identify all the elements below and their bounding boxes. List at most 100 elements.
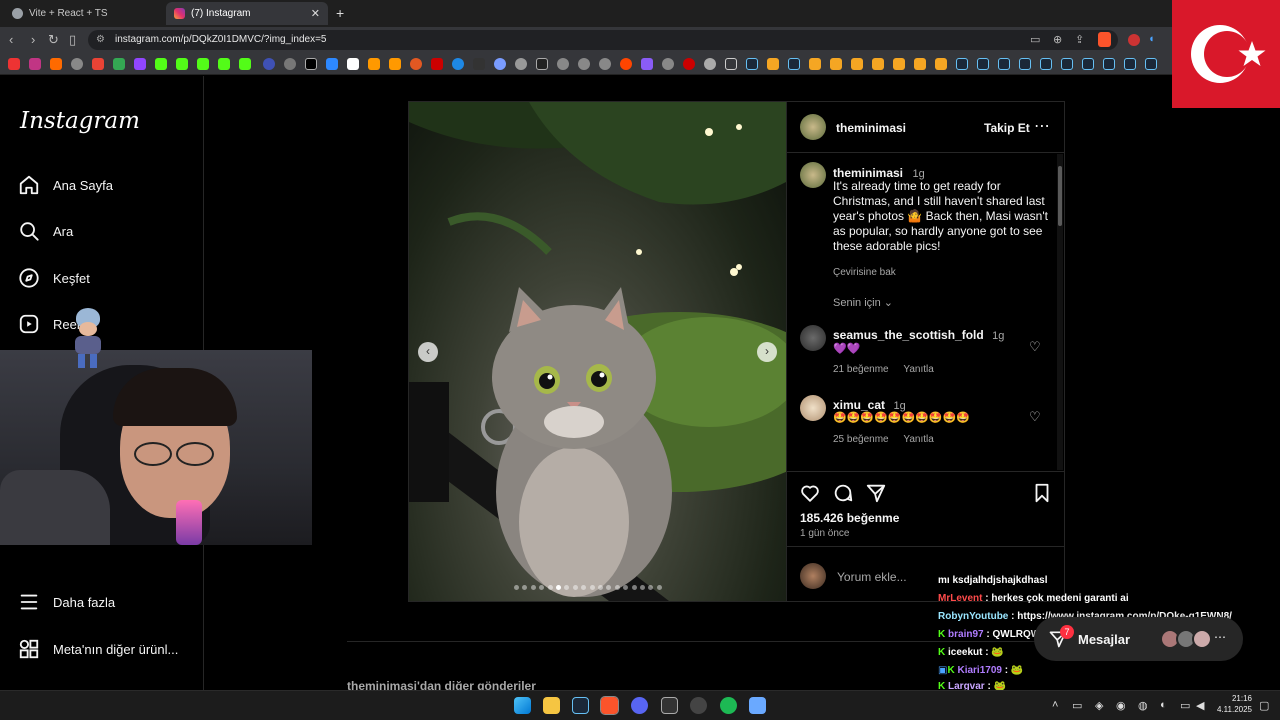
- bookmark-icon[interactable]: [830, 58, 842, 70]
- bookmark-icon[interactable]: [557, 58, 569, 70]
- bookmark-icon[interactable]: [704, 58, 716, 70]
- app-icon[interactable]: [749, 697, 766, 714]
- comment-username[interactable]: seamus_the_scottish_fold: [833, 328, 984, 342]
- bookmark-icon[interactable]: [326, 58, 338, 70]
- bookmark-icon[interactable]: [347, 58, 359, 70]
- new-tab-button[interactable]: +: [336, 5, 344, 21]
- bookmark-icon[interactable]: [767, 58, 779, 70]
- steam-bookmark-icon[interactable]: [788, 58, 800, 70]
- clock-date[interactable]: 4.11.2025: [1212, 705, 1252, 714]
- cast-icon[interactable]: ▭: [1030, 33, 1040, 46]
- tab-instagram[interactable]: (7) Instagram ✕: [166, 2, 328, 25]
- url-bar[interactable]: ⚙ instagram.com/p/DQkZ0I1DMVC/?img_index…: [88, 30, 1118, 50]
- comment-heart-icon[interactable]: ♡: [1029, 339, 1041, 355]
- steam-bookmark-icon[interactable]: [1040, 58, 1052, 70]
- comment-like-count[interactable]: 25 beğenme: [833, 434, 889, 445]
- translate-link[interactable]: Çevirisine bak: [833, 267, 896, 278]
- kick-bookmark-icon[interactable]: [218, 58, 230, 70]
- bookmark-icon[interactable]: [914, 58, 926, 70]
- messages-pill[interactable]: 7 Mesajlar ⋯: [1034, 617, 1243, 661]
- reply-button[interactable]: Yanıtla: [903, 364, 933, 375]
- steam-bookmark-icon[interactable]: [1082, 58, 1094, 70]
- notification-icon[interactable]: ▢: [1259, 699, 1269, 712]
- bookmark-icon[interactable]: [809, 58, 821, 70]
- bookmark-icon[interactable]: [494, 58, 506, 70]
- reply-button[interactable]: Yanıtla: [903, 434, 933, 445]
- extension-icon[interactable]: [1128, 34, 1140, 46]
- bookmark-icon[interactable]: [578, 58, 590, 70]
- comments-scrollbar[interactable]: [1057, 154, 1063, 470]
- comment-filter[interactable]: Senin için ⌄: [833, 296, 893, 309]
- steam-bookmark-icon[interactable]: [1103, 58, 1115, 70]
- kick-bookmark-icon[interactable]: [176, 58, 188, 70]
- bookmark-icon[interactable]: [431, 58, 443, 70]
- brave-shield-icon[interactable]: [1098, 32, 1111, 47]
- kick-bookmark-icon[interactable]: [239, 58, 251, 70]
- like-count[interactable]: 185.426 beğenme: [800, 511, 899, 525]
- author-avatar[interactable]: [800, 114, 826, 140]
- caption-username[interactable]: theminimasi: [833, 166, 903, 180]
- steam-bookmark-icon[interactable]: [998, 58, 1010, 70]
- bookmark-icon[interactable]: [515, 58, 527, 70]
- steam-bookmark-icon[interactable]: [977, 58, 989, 70]
- post-photo[interactable]: ‹ ›: [409, 102, 786, 601]
- globe-bookmark-icon[interactable]: [71, 58, 83, 70]
- folder-bookmark-icon[interactable]: [725, 58, 737, 70]
- comment-icon[interactable]: [832, 482, 854, 504]
- steam-bookmark-icon[interactable]: [1124, 58, 1136, 70]
- bookmark-icon[interactable]: [893, 58, 905, 70]
- youtube-bookmark-icon[interactable]: [8, 58, 20, 70]
- reddit-bookmark-icon[interactable]: [50, 58, 62, 70]
- obs-icon[interactable]: [690, 697, 707, 714]
- instagram-bookmark-icon[interactable]: [29, 58, 41, 70]
- tray-app-icon[interactable]: ◈: [1095, 699, 1103, 712]
- discord-icon[interactable]: [631, 697, 648, 714]
- drive-bookmark-icon[interactable]: [113, 58, 125, 70]
- close-tab-icon[interactable]: ✕: [311, 7, 320, 20]
- steam-bookmark-icon[interactable]: [956, 58, 968, 70]
- nav-home[interactable]: Ana Sayfa: [18, 170, 113, 200]
- bookmark-icon[interactable]: ▯: [69, 32, 76, 48]
- site-info-icon[interactable]: ⚙: [96, 30, 105, 50]
- bookmark-icon[interactable]: [473, 58, 485, 70]
- tab-vite[interactable]: Vite + React + TS: [4, 2, 164, 25]
- brave-icon[interactable]: [600, 696, 619, 715]
- tray-battery-icon[interactable]: ▭: [1072, 699, 1082, 712]
- comment-heart-icon[interactable]: ♡: [1029, 409, 1041, 425]
- clock-time[interactable]: 21:16: [1216, 694, 1252, 703]
- kick-bookmark-icon[interactable]: [155, 58, 167, 70]
- bookmark-icon[interactable]: [389, 58, 401, 70]
- tray-mic-icon[interactable]: ◐: [1160, 699, 1167, 711]
- like-heart-icon[interactable]: [799, 482, 821, 504]
- more-options-icon[interactable]: ⋯: [1034, 116, 1050, 136]
- reddit-bookmark-icon[interactable]: [620, 58, 632, 70]
- commenter-avatar[interactable]: [800, 325, 826, 351]
- carousel-prev-button[interactable]: ‹: [418, 342, 438, 362]
- carousel-next-button[interactable]: ›: [757, 342, 777, 362]
- amazon-bookmark-icon[interactable]: [368, 58, 380, 70]
- twitch-bookmark-icon[interactable]: [134, 58, 146, 70]
- save-bookmark-icon[interactable]: [1031, 482, 1053, 504]
- steam-bookmark-icon[interactable]: [1145, 58, 1157, 70]
- comment-like-count[interactable]: 21 beğenme: [833, 364, 889, 375]
- comment-username[interactable]: ximu_cat: [833, 398, 885, 412]
- network-icon[interactable]: ▭: [1180, 699, 1190, 712]
- volume-icon[interactable]: ◀: [1196, 699, 1204, 712]
- app-icon[interactable]: [661, 697, 678, 714]
- steam-bookmark-icon[interactable]: [1019, 58, 1031, 70]
- author-username[interactable]: theminimasi: [836, 121, 906, 135]
- nav-explore[interactable]: Keşfet: [18, 263, 90, 293]
- bookmark-icon[interactable]: [641, 58, 653, 70]
- windows-start-icon[interactable]: [514, 697, 531, 714]
- nav-meta-apps[interactable]: Meta'nın diğer ürünl...: [18, 634, 178, 664]
- extension-wave-icon[interactable]: ◖: [1148, 33, 1155, 45]
- tray-steam-icon[interactable]: ◉: [1116, 699, 1126, 712]
- bookmark-icon[interactable]: [599, 58, 611, 70]
- bookmark-icon[interactable]: [872, 58, 884, 70]
- share-icon[interactable]: ⇪: [1075, 33, 1084, 46]
- x-bookmark-icon[interactable]: [305, 58, 317, 70]
- gmail-bookmark-icon[interactable]: [92, 58, 104, 70]
- bookmark-icon[interactable]: [935, 58, 947, 70]
- share-send-icon[interactable]: [865, 482, 887, 504]
- zoom-icon[interactable]: ⊕: [1053, 33, 1062, 46]
